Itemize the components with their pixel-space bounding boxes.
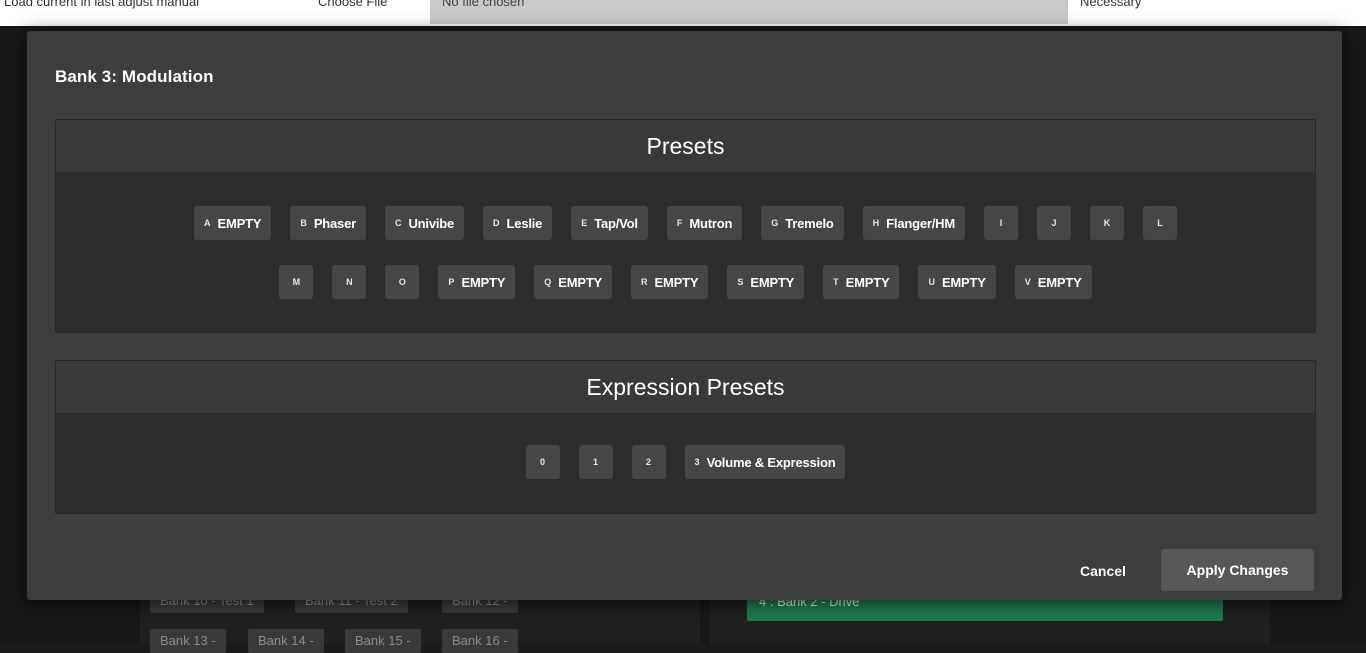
preset-name: Tap/Vol [594, 215, 638, 231]
preset-name: EMPTY [1037, 274, 1082, 290]
preset-button-t[interactable]: T EMPTY [823, 265, 900, 299]
preset-name: Flanger/HM [886, 215, 955, 231]
expression-preset-key: 2 [646, 457, 652, 467]
presets-panel: Presets A EMPTY B Phaser C Univibe D Leslie E Tap… [55, 119, 1316, 333]
preset-button-l[interactable]: L [1142, 206, 1177, 240]
preset-name: Univibe [408, 215, 455, 231]
preset-button-i[interactable]: I [983, 206, 1018, 240]
expression-preset-button-3[interactable]: 3 Volume & Expression [684, 445, 846, 479]
presets-row-2: M N O P EMPTY Q EMPTY R EMPTY S EMPTY T EMPTY U EMPTY V… [56, 265, 1315, 299]
file-name-field[interactable]: No file chosen [430, 0, 1068, 24]
expression-preset-button-0[interactable]: 0 [525, 445, 560, 479]
expression-preset-key: 0 [540, 457, 546, 467]
preset-button-g[interactable]: G Tremelo [761, 206, 844, 240]
preset-key: A [204, 218, 211, 228]
preset-key: E [581, 218, 588, 228]
preset-key: B [300, 218, 307, 228]
preset-button-o[interactable]: O [385, 265, 420, 299]
preset-name: EMPTY [750, 274, 795, 290]
preset-button-n[interactable]: N [332, 265, 367, 299]
preset-button-j[interactable]: J [1036, 206, 1071, 240]
preset-button-d[interactable]: D Leslie [483, 206, 553, 240]
background-top-bar: Load current in last adjust manual Choos… [0, 0, 1366, 26]
preset-key: L [1157, 218, 1163, 228]
preset-name: EMPTY [654, 274, 699, 290]
preset-key: R [641, 277, 648, 287]
preset-key: V [1024, 277, 1031, 287]
preset-key: N [346, 277, 353, 287]
preset-key: T [833, 277, 839, 287]
preset-button-v[interactable]: V EMPTY [1014, 265, 1092, 299]
preset-key: U [928, 277, 935, 287]
preset-key: O [398, 277, 406, 287]
preset-button-b[interactable]: B Phaser [290, 206, 366, 240]
bank-button[interactable]: Bank 13 - [150, 629, 226, 653]
preset-button-c[interactable]: C Univibe [384, 206, 465, 240]
preset-button-a[interactable]: A EMPTY [194, 206, 272, 240]
choose-file-button[interactable]: Choose File [318, 0, 387, 9]
preset-key: P [448, 277, 455, 287]
preset-key: H [872, 218, 880, 228]
preset-key: C [394, 218, 402, 228]
preset-name: EMPTY [941, 274, 986, 290]
presets-row-1: A EMPTY B Phaser C Univibe D Leslie E Tap/Vol F Mut… [56, 206, 1315, 240]
file-name-text: No file chosen [442, 0, 525, 9]
preset-name: EMPTY [217, 215, 262, 231]
preset-key: Q [544, 277, 552, 287]
preset-key: M [292, 277, 301, 287]
preset-button-m[interactable]: M [279, 265, 314, 299]
background-top-note: Necessary [1080, 0, 1142, 9]
preset-name: EMPTY [845, 274, 890, 290]
preset-name: Tremelo [785, 215, 834, 231]
expression-preset-key: 1 [593, 457, 599, 467]
preset-key: F [676, 218, 683, 228]
preset-button-e[interactable]: E Tap/Vol [571, 206, 648, 240]
expression-preset-name: Volume & Expression [706, 454, 836, 470]
preset-key: K [1103, 218, 1111, 228]
preset-button-f[interactable]: F Mutron [666, 206, 743, 240]
preset-button-u[interactable]: U EMPTY [918, 265, 996, 299]
preset-button-k[interactable]: K [1089, 206, 1124, 240]
preset-button-q[interactable]: Q EMPTY [534, 265, 613, 299]
apply-changes-button[interactable]: Apply Changes [1161, 549, 1314, 591]
presets-header: Presets [56, 120, 1315, 173]
preset-name: Phaser [313, 215, 356, 231]
preset-name: Leslie [506, 215, 543, 231]
preset-button-h[interactable]: H Flanger/HM [862, 206, 965, 240]
expression-presets-row: 0 1 2 3 Volume & Expression [56, 445, 1315, 479]
expression-preset-button-1[interactable]: 1 [578, 445, 613, 479]
preset-button-p[interactable]: P EMPTY [438, 265, 516, 299]
modal-title: Bank 3: Modulation [55, 67, 214, 86]
preset-key: S [737, 277, 744, 287]
bank-button[interactable]: Bank 16 - [442, 629, 518, 653]
preset-name: EMPTY [558, 274, 603, 290]
preset-button-r[interactable]: R EMPTY [631, 265, 709, 299]
preset-button-s[interactable]: S EMPTY [727, 265, 805, 299]
expression-presets-panel: Expression Presets 0 1 2 3 Volume & Expressi… [55, 360, 1316, 514]
background-top-text: Load current in last adjust manual [4, 0, 200, 9]
expression-preset-button-2[interactable]: 2 [631, 445, 666, 479]
preset-name: EMPTY [461, 274, 506, 290]
preset-key: J [1051, 218, 1057, 228]
preset-key: G [771, 218, 779, 228]
bank-button[interactable]: Bank 14 - [248, 629, 324, 653]
preset-name: Mutron [689, 215, 733, 231]
expression-preset-key: 3 [694, 457, 700, 467]
bank-button[interactable]: Bank 15 - [345, 629, 421, 653]
bank-edit-modal: Bank 3: Modulation Presets A EMPTY B Phaser… [27, 31, 1342, 600]
preset-key: D [493, 218, 500, 228]
expression-presets-header: Expression Presets [56, 361, 1315, 414]
preset-key: I [999, 218, 1003, 228]
cancel-button[interactable]: Cancel [1070, 551, 1136, 591]
